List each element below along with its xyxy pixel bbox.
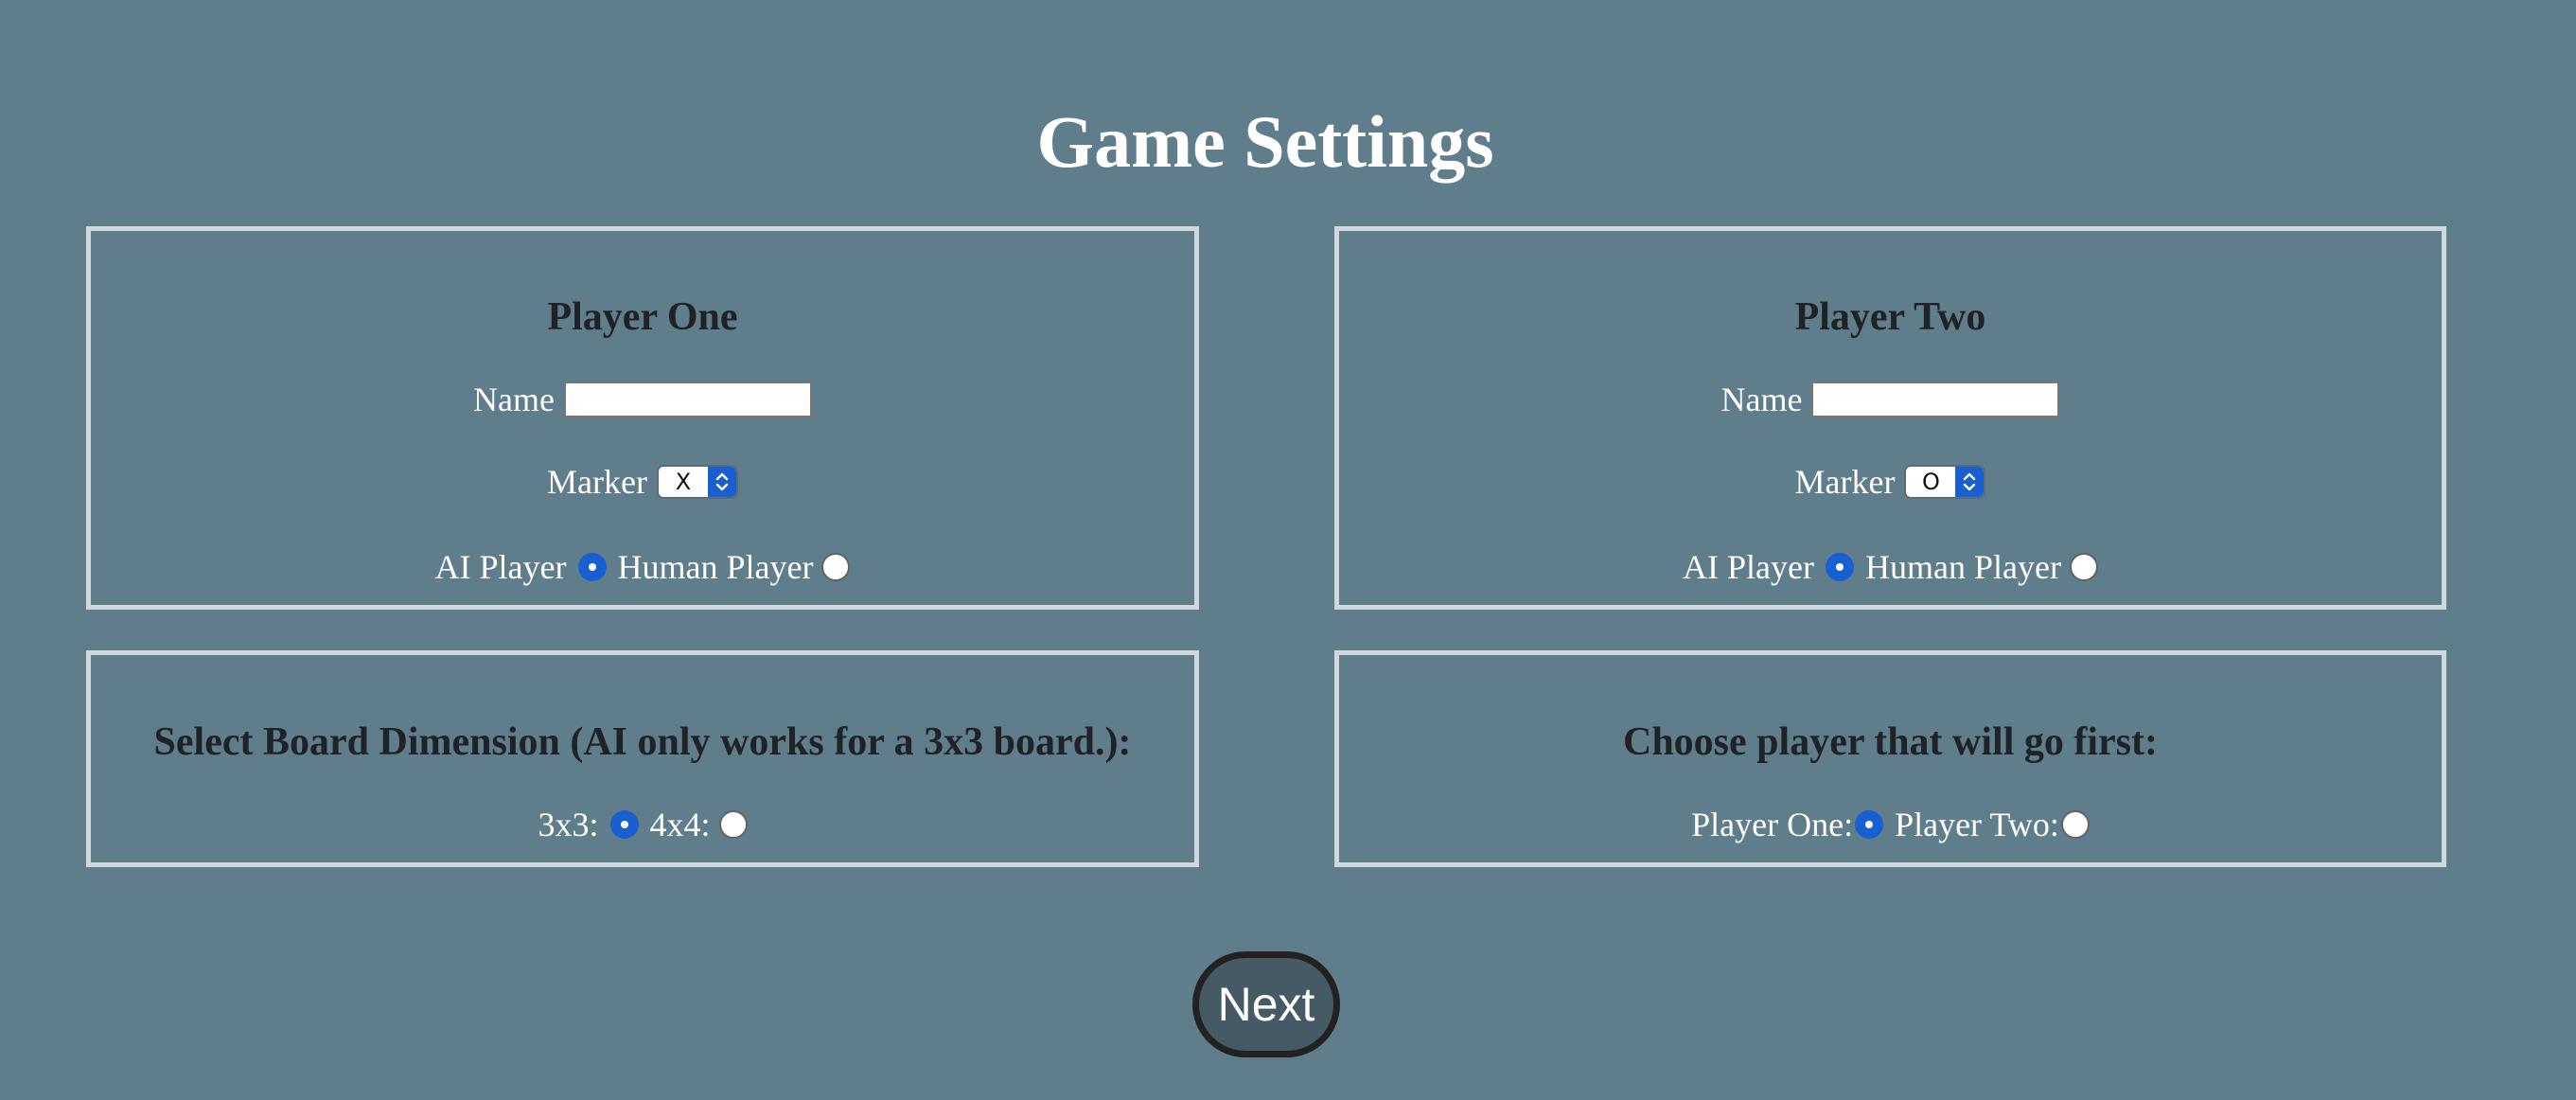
select-updown-chevron-icon — [1955, 467, 1985, 497]
player-two-name-label: Name — [1720, 381, 1803, 418]
select-updown-chevron-icon — [707, 467, 736, 497]
player-two-human-radio[interactable] — [2069, 553, 2098, 581]
player-one-marker-label: Marker — [547, 463, 647, 501]
first-player-heading: Choose player that will go first: — [1622, 720, 2158, 764]
player-one-name-input[interactable] — [563, 381, 812, 417]
player-two-ai-label: AI Player — [1683, 548, 1814, 586]
player-two-marker-select[interactable]: O — [1904, 465, 1986, 499]
player-one-marker-value: X — [675, 469, 692, 495]
player-one-human-radio[interactable] — [821, 553, 851, 581]
player-one-panel: Player One Name Marker X AI Player Human… — [86, 226, 1199, 610]
player-one-marker-row: Marker X — [91, 461, 1194, 503]
player-two-marker-value: O — [1922, 469, 1940, 495]
board-4x4-radio[interactable] — [718, 810, 748, 839]
board-3x3-label: 3x3: — [538, 806, 599, 843]
player-one-ai-label: AI Player — [434, 548, 567, 586]
player-one-marker-select[interactable]: X — [656, 465, 738, 499]
first-player-one-radio[interactable] — [1855, 810, 1884, 839]
player-two-human-label: Human Player — [1865, 548, 2061, 586]
board-dimension-row: 3x3: 4x4: — [91, 804, 1194, 845]
player-one-ai-radio[interactable] — [577, 553, 607, 581]
first-player-one-label: Player One: — [1691, 806, 1854, 843]
player-one-heading: Player One — [547, 295, 738, 339]
player-one-human-label: Human Player — [617, 548, 814, 586]
board-3x3-radio[interactable] — [609, 810, 639, 839]
page-title: Game Settings — [1036, 100, 1494, 183]
player-one-type-row: AI Player Human Player — [91, 546, 1194, 588]
first-player-panel: Choose player that will go first: Player… — [1334, 650, 2446, 867]
player-two-ai-radio[interactable] — [1826, 553, 1854, 581]
board-dimension-panel: Select Board Dimension (AI only works fo… — [86, 650, 1199, 867]
player-two-marker-label: Marker — [1794, 463, 1896, 501]
player-two-panel: Player Two Name Marker O AI Player Human… — [1334, 226, 2446, 610]
player-one-name-row: Name — [91, 379, 1194, 420]
player-two-name-row: Name — [1339, 379, 2442, 420]
player-two-name-input[interactable] — [1811, 381, 2060, 417]
first-player-two-radio[interactable] — [2060, 810, 2090, 839]
board-4x4-label: 4x4: — [649, 806, 711, 843]
player-one-name-label: Name — [473, 381, 555, 418]
next-button[interactable]: Next — [1192, 951, 1340, 1057]
first-player-two-label: Player Two: — [1895, 806, 2059, 843]
player-two-type-row: AI Player Human Player — [1339, 546, 2442, 588]
board-dimension-heading: Select Board Dimension (AI only works fo… — [153, 720, 1132, 764]
first-player-row: Player One: Player Two: — [1339, 804, 2442, 845]
player-two-marker-row: Marker O — [1339, 461, 2442, 503]
player-two-heading: Player Two — [1794, 295, 1986, 339]
